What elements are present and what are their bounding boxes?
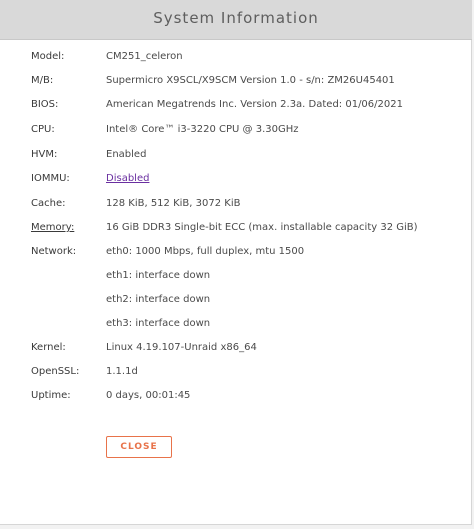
close-button[interactable]: CLOSE: [106, 436, 172, 458]
info-row-uptime: Uptime: 0 days, 00:01:45: [0, 390, 472, 410]
info-row-iommu: IOMMU: Disabled: [0, 173, 472, 193]
system-information-dialog: System Information Model: CM251_celeron …: [0, 0, 472, 525]
cpu-label: CPU:: [31, 124, 55, 135]
cache-value: 128 KiB, 512 KiB, 3072 KiB: [106, 198, 241, 209]
info-row-memory: Memory: 16 GiB DDR3 Single-bit ECC (max.…: [0, 222, 472, 242]
info-row-cpu: CPU: Intel® Core™ i3-3220 CPU @ 3.30GHz: [0, 124, 472, 144]
info-row-mb: M/B: Supermicro X9SCL/X9SCM Version 1.0 …: [0, 75, 472, 95]
network-value-eth2: eth2: interface down: [106, 294, 211, 305]
iommu-value-link[interactable]: Disabled: [106, 173, 149, 184]
hvm-value: Enabled: [106, 149, 147, 160]
dialog-title: System Information: [153, 9, 319, 27]
uptime-label: Uptime:: [31, 390, 71, 401]
cache-label: Cache:: [31, 198, 66, 209]
info-row-network: Network: eth0: 1000 Mbps, full duplex, m…: [0, 246, 472, 266]
openssl-value: 1.1.1d: [106, 366, 138, 377]
model-value: CM251_celeron: [106, 51, 183, 62]
network-value-eth0: eth0: 1000 Mbps, full duplex, mtu 1500: [106, 246, 305, 257]
info-row-cache: Cache: 128 KiB, 512 KiB, 3072 KiB: [0, 198, 472, 218]
network-label: Network:: [31, 246, 77, 257]
model-label: Model:: [31, 51, 65, 62]
bios-label: BIOS:: [31, 99, 59, 110]
network-value-eth3: eth3: interface down: [106, 318, 211, 329]
memory-value: 16 GiB DDR3 Single-bit ECC (max. install…: [106, 222, 418, 233]
info-row-bios: BIOS: American Megatrends Inc. Version 2…: [0, 99, 472, 119]
info-row-network-eth1: eth1: interface down: [0, 270, 472, 290]
cpu-value: Intel® Core™ i3-3220 CPU @ 3.30GHz: [106, 124, 299, 135]
iommu-label: IOMMU:: [31, 173, 70, 184]
bios-value: American Megatrends Inc. Version 2.3a. D…: [106, 99, 403, 110]
openssl-label: OpenSSL:: [31, 366, 80, 377]
info-row-model: Model: CM251_celeron: [0, 51, 472, 71]
memory-label-link[interactable]: Memory:: [31, 222, 74, 233]
info-row-kernel: Kernel: Linux 4.19.107-Unraid x86_64: [0, 342, 472, 362]
hvm-label: HVM:: [31, 149, 58, 160]
network-value-eth1: eth1: interface down: [106, 270, 211, 281]
info-row-network-eth3: eth3: interface down: [0, 318, 472, 338]
kernel-value: Linux 4.19.107-Unraid x86_64: [106, 342, 257, 353]
mb-value: Supermicro X9SCL/X9SCM Version 1.0 - s/n…: [106, 75, 395, 86]
uptime-value: 0 days, 00:01:45: [106, 390, 191, 401]
info-row-hvm: HVM: Enabled: [0, 149, 472, 169]
page-background: System Information Model: CM251_celeron …: [0, 0, 474, 529]
info-row-network-eth2: eth2: interface down: [0, 294, 472, 314]
mb-label: M/B:: [31, 75, 54, 86]
info-row-openssl: OpenSSL: 1.1.1d: [0, 366, 472, 386]
dialog-titlebar: System Information: [0, 0, 472, 40]
kernel-label: Kernel:: [31, 342, 66, 353]
